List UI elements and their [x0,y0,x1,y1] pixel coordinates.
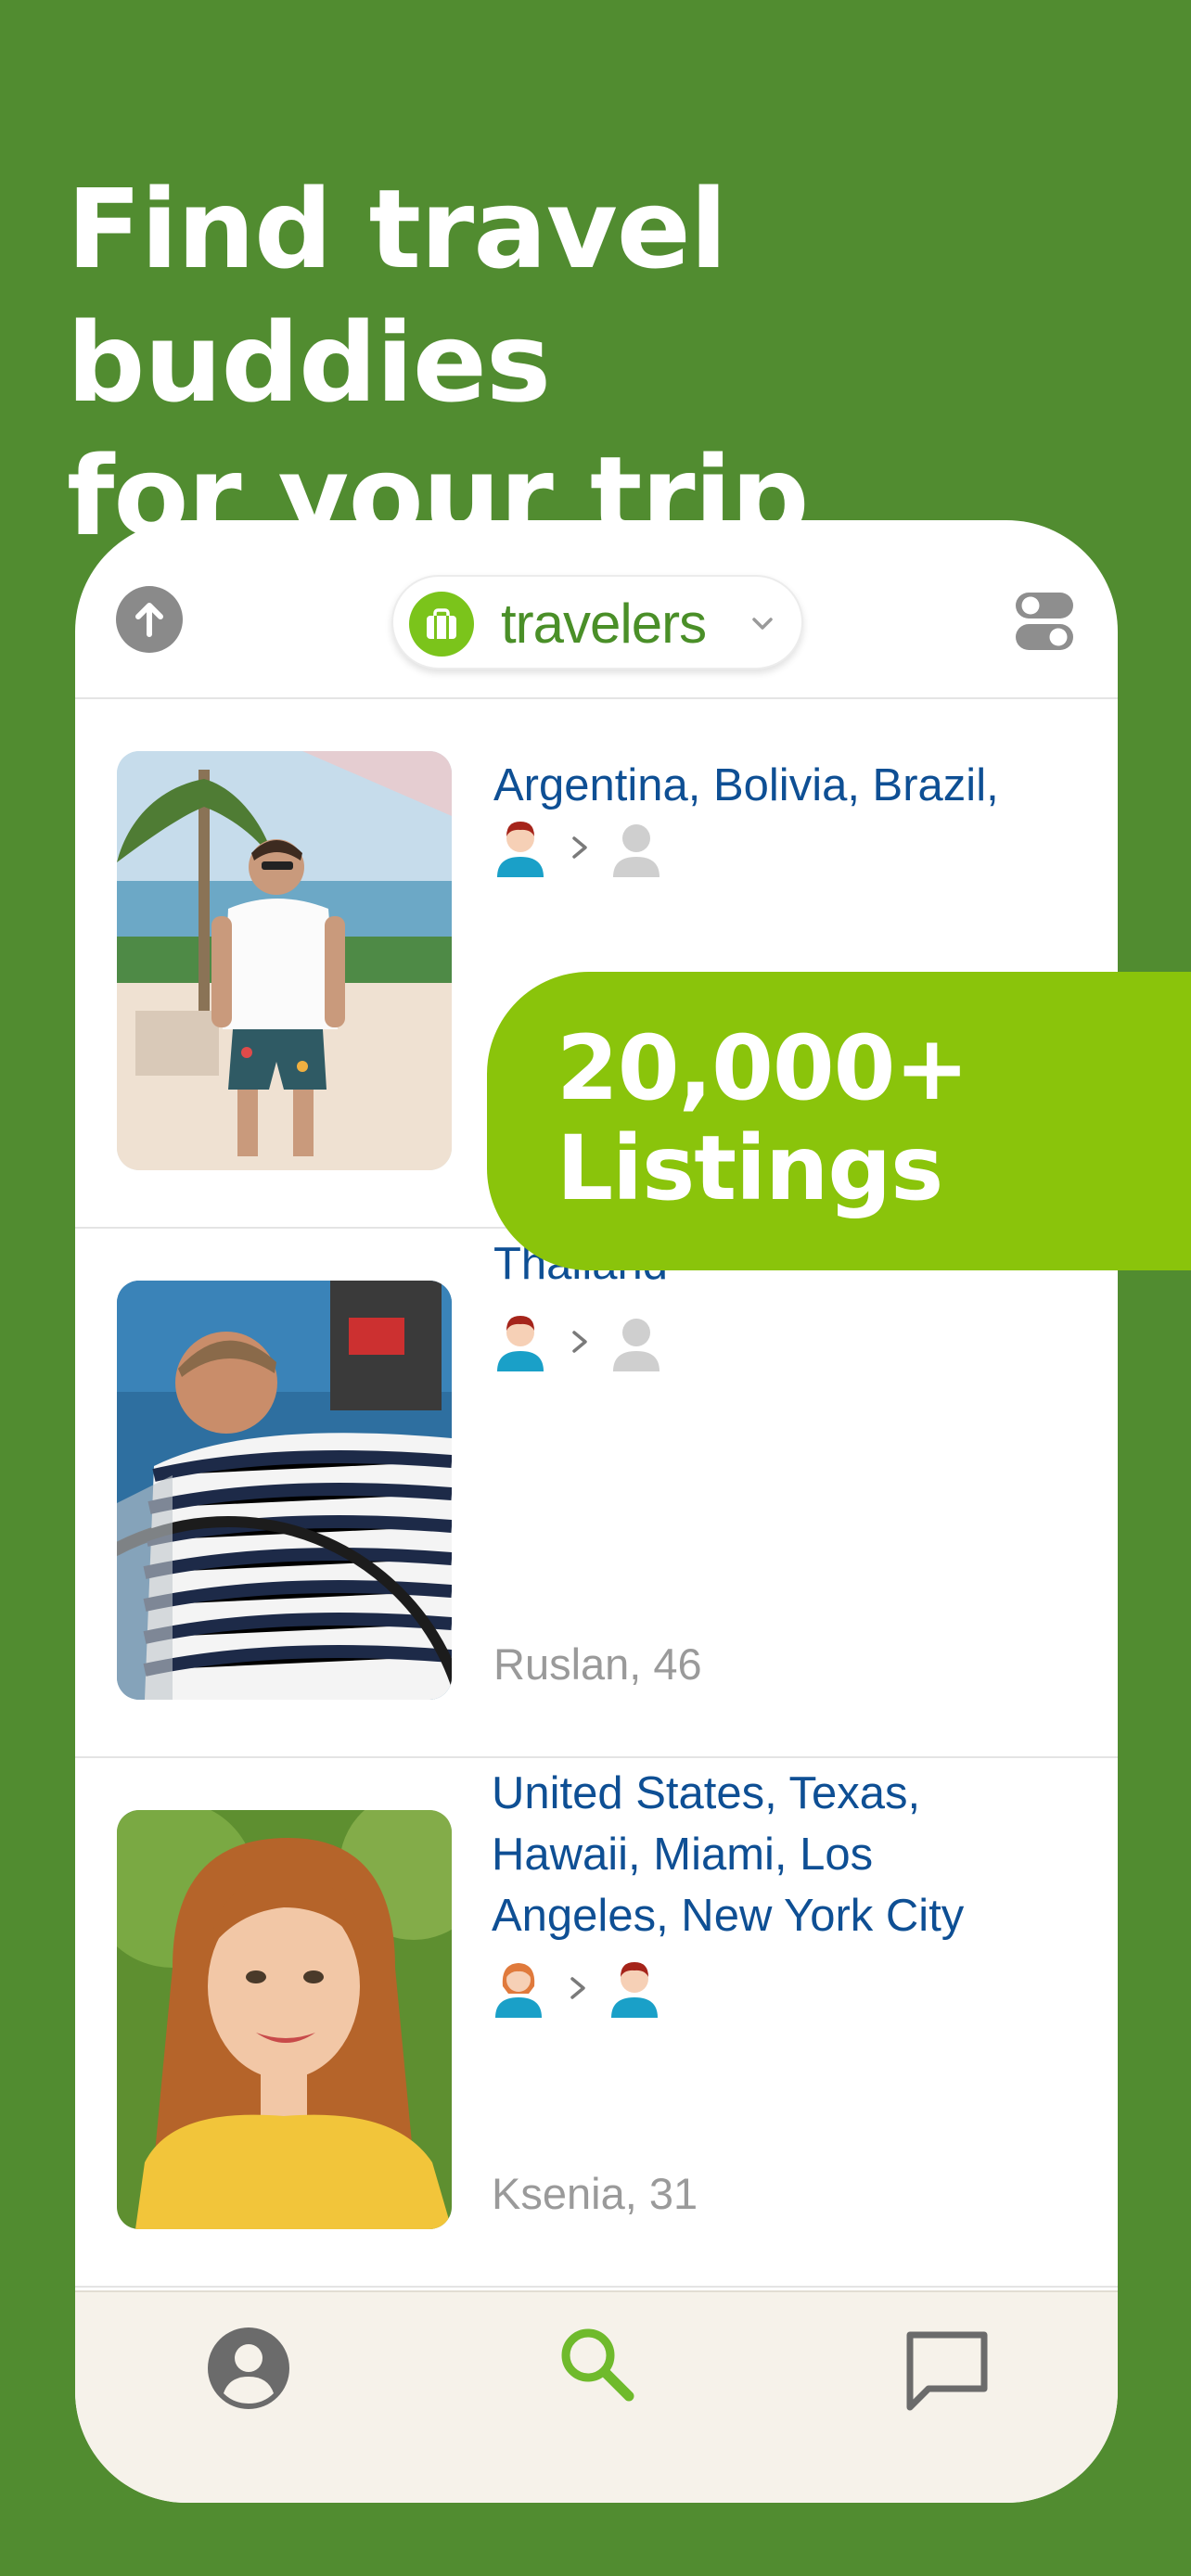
listing-card[interactable]: United States, Texas, Hawaii, Miami, Los… [75,1758,1118,2288]
listing-photo [117,1810,452,2229]
listing-destinations[interactable]: Argentina, Bolivia, Brazil, [493,755,1050,816]
gender-preference [493,1312,679,1371]
any-person-icon [613,824,660,877]
headline: Find travel buddies for your trip [67,162,1143,563]
gender-preference [492,1958,677,2018]
listing-photo [117,1281,452,1700]
suitcase-icon [409,592,474,657]
listing-destinations[interactable]: United States, Texas, Hawaii, Miami, Los… [492,1763,1011,1946]
listing-name-age: Ksenia, 31 [492,2169,698,2218]
any-person-icon [613,1319,660,1371]
toggle-icon[interactable] [1014,587,1075,654]
scroll-up-button[interactable] [116,586,183,653]
chevron-down-icon [752,618,773,630]
arrow-up-icon [135,603,163,637]
listings-count-badge: 20,000+ Listings [487,972,1191,1270]
top-bar: travelers [75,520,1118,699]
listing-photo [117,751,452,1170]
search-icon[interactable] [557,2324,636,2404]
profile-icon[interactable] [206,2326,291,2411]
bottom-nav [75,2290,1118,2503]
badge-count: 20,000+ [557,1016,969,1120]
headline-line-1: Find travel buddies [67,165,727,427]
filter-label: travelers [501,593,707,655]
chevron-right-icon [572,836,587,859]
female-avatar-icon [495,1963,542,2018]
phone-screen: travelers Argentina, Bolivia, Brazil, Ru… [75,520,1118,2503]
listing-name-age: Ruslan, 46 [493,1639,702,1689]
chevron-right-icon [570,1977,585,1999]
male-avatar-icon [611,1962,658,2018]
male-avatar-icon [497,822,544,877]
male-avatar-icon [497,1316,544,1371]
listing-card[interactable]: Thailand Ruslan, 46 [75,1229,1118,1758]
filter-pill[interactable]: travelers [391,575,803,670]
chat-icon[interactable] [903,2327,992,2417]
gender-preference [493,818,679,877]
chevron-right-icon [572,1331,587,1353]
badge-label: Listings [557,1116,943,1220]
